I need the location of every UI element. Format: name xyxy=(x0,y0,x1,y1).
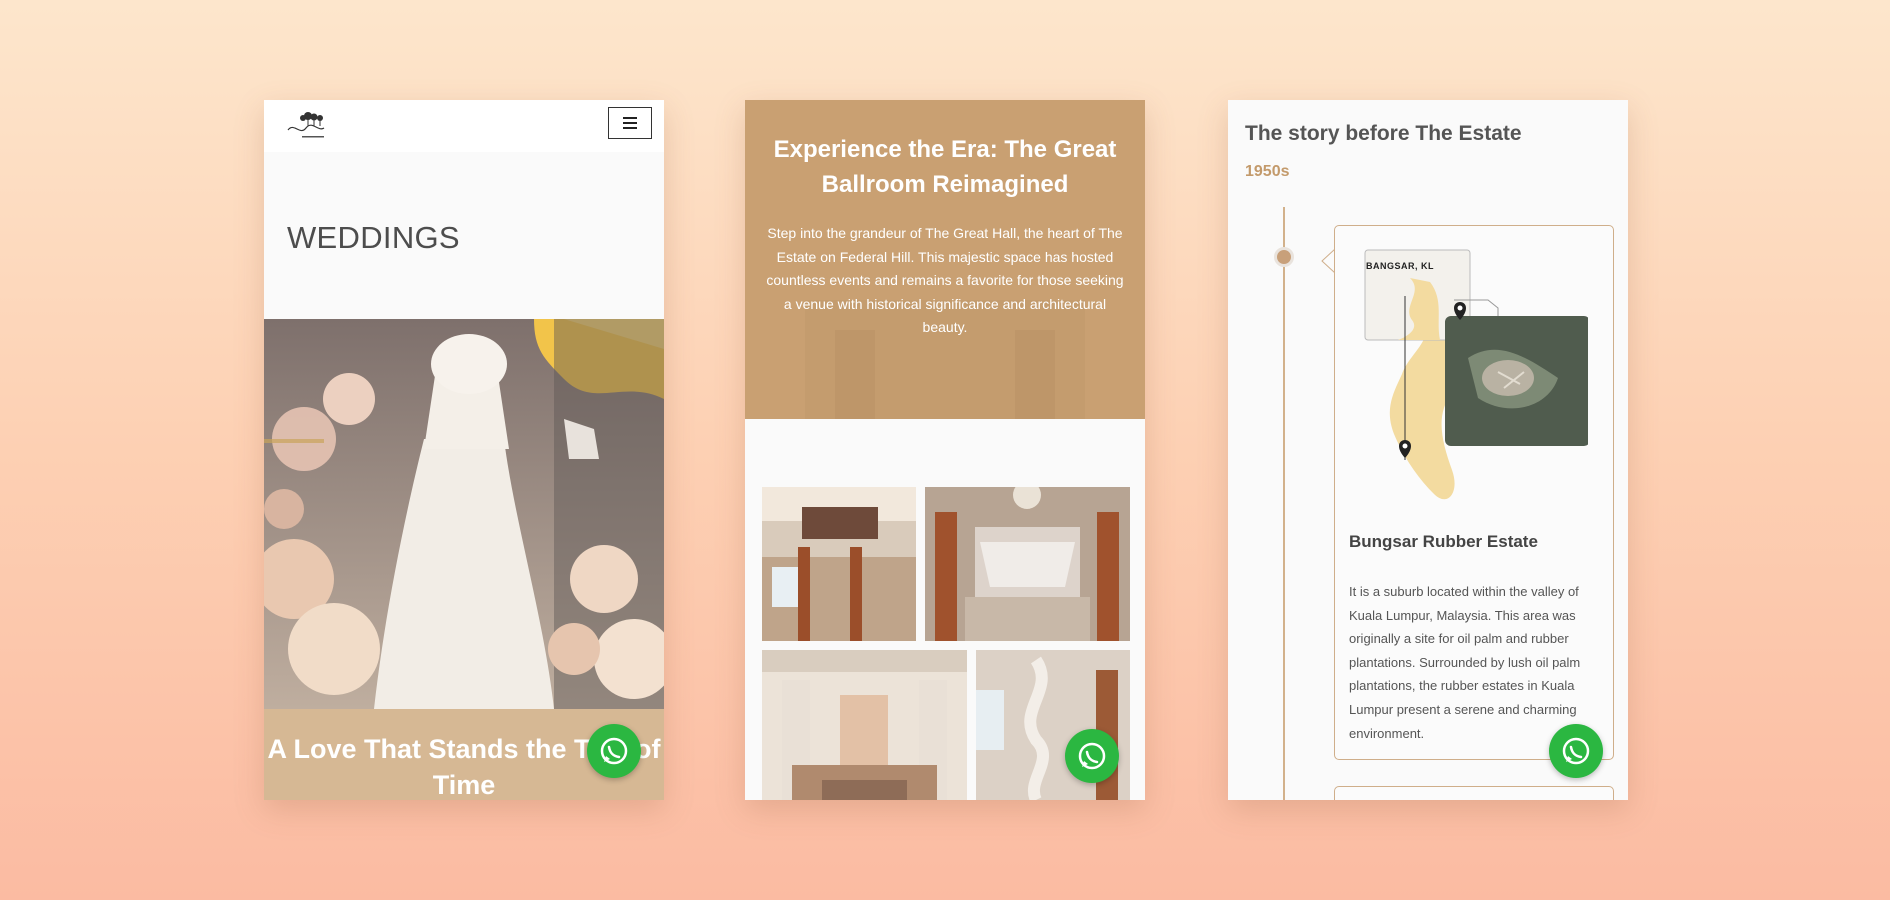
ballroom-heading: Experience the Era: The Great Ballroom R… xyxy=(773,136,1117,198)
gallery-photo-balcony[interactable] xyxy=(925,487,1130,641)
timeline-line xyxy=(1283,207,1285,800)
hamburger-icon xyxy=(623,117,637,119)
whatsapp-icon xyxy=(1078,742,1106,770)
wedding-hero-image xyxy=(264,319,664,709)
gallery-photo-entrance[interactable] xyxy=(762,650,967,800)
top-nav xyxy=(264,100,664,152)
history-screen: The story before The Estate 1950s Bungsa… xyxy=(1228,100,1628,800)
map-location-label: BANGSAR, KL xyxy=(1366,261,1434,271)
weddings-screen: WEDDINGS A Love That Stands the Test of … xyxy=(264,100,664,800)
bride-groom-illustration xyxy=(264,319,664,709)
ballroom-intro: Experience the Era: The Great Ballroom R… xyxy=(745,100,1145,419)
history-heading: The story before The Estate xyxy=(1245,122,1522,145)
page-title: WEDDINGS xyxy=(287,220,460,255)
timeline-marker xyxy=(1274,247,1294,267)
location-map xyxy=(1364,249,1588,500)
timeline-decade: 1950s xyxy=(1245,163,1290,180)
whatsapp-icon xyxy=(600,737,628,765)
card-body: It is a suburb located within the valley… xyxy=(1349,584,1581,741)
ballroom-description: Step into the grandeur of The Great Hall… xyxy=(766,225,1124,335)
timeline-card-next xyxy=(1334,786,1614,800)
whatsapp-button[interactable] xyxy=(1549,724,1603,778)
menu-button[interactable] xyxy=(608,107,652,139)
ballroom-screen: Experience the Era: The Great Ballroom R… xyxy=(745,100,1145,800)
gallery-photo-ceiling[interactable] xyxy=(762,487,916,641)
whatsapp-button[interactable] xyxy=(587,724,641,778)
estate-logo[interactable] xyxy=(284,110,332,142)
card-title: Bungsar Rubber Estate xyxy=(1349,532,1538,551)
whatsapp-icon xyxy=(1562,737,1590,765)
whatsapp-button[interactable] xyxy=(1065,729,1119,783)
